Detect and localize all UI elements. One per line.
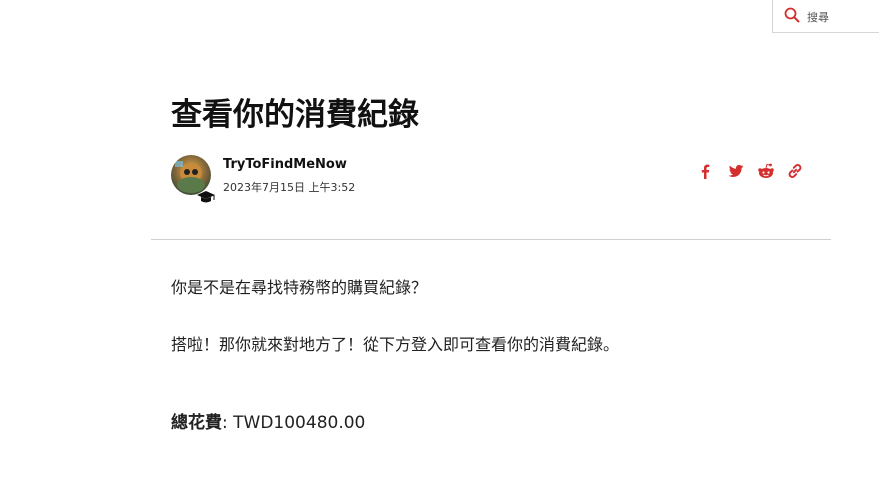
- graduation-cap-icon: [196, 189, 216, 203]
- twitter-icon[interactable]: [727, 162, 745, 180]
- search-icon[interactable]: [784, 7, 800, 23]
- author-name[interactable]: TryToFindMeNow: [223, 157, 347, 172]
- reddit-icon[interactable]: [757, 162, 775, 180]
- divider: [151, 239, 831, 240]
- search-box[interactable]: 搜尋: [772, 0, 879, 33]
- total-spending: 總花費: TWD100480.00: [171, 408, 365, 433]
- body-paragraph-1: 你是不是在尋找特務幣的購買紀錄？: [171, 278, 428, 297]
- search-placeholder[interactable]: 搜尋: [807, 9, 829, 25]
- page-title: 查看你的消費紀錄: [171, 97, 419, 133]
- facebook-icon[interactable]: [698, 162, 712, 180]
- post-date: 2023年7月15日 上午3:52: [223, 181, 356, 194]
- total-label: 總花費: [171, 413, 222, 433]
- body-paragraph-2: 搭啦！那你就來對地方了！從下方登入即可查看你的消費紀錄。: [171, 335, 620, 354]
- page: 搜尋 查看你的消費紀錄 TryToFindMeNow 2023年7月15日 上午…: [0, 0, 879, 479]
- total-value: TWD100480.00: [233, 413, 366, 433]
- link-icon[interactable]: [786, 162, 804, 180]
- total-separator: :: [222, 413, 234, 433]
